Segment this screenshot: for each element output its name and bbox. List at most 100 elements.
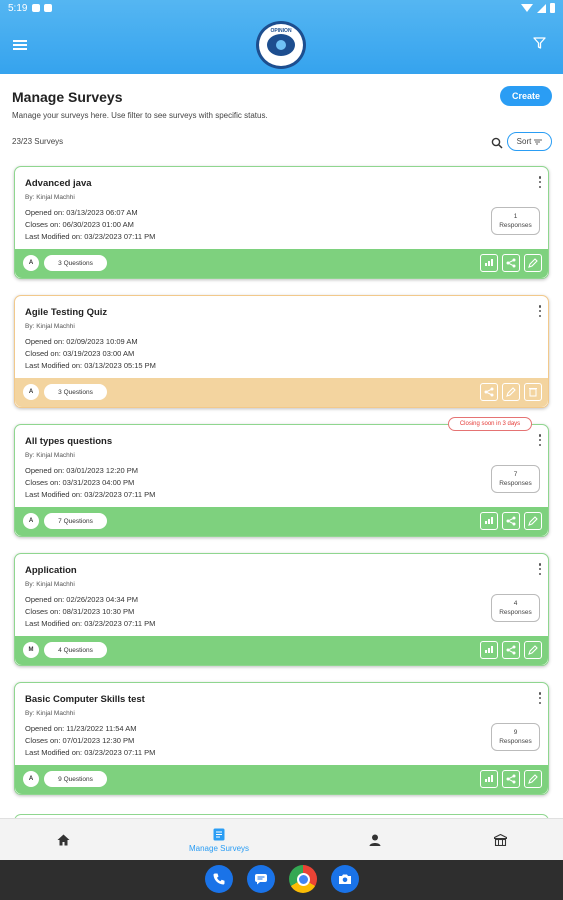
survey-closes: Closes on: 08/31/2023 10:30 PM [25, 607, 135, 616]
survey-type-icon: M [23, 642, 39, 658]
status-time: 5:19 [8, 3, 28, 14]
create-button[interactable]: Create [500, 86, 552, 106]
survey-card[interactable]: Agile Testing Quiz By: Kinjal Machhi Ope… [14, 295, 549, 408]
edit-icon[interactable] [524, 254, 542, 272]
battery-icon [550, 3, 555, 13]
questions-pill[interactable]: 7 Questions [44, 513, 107, 529]
nav-home[interactable] [50, 819, 76, 861]
survey-card[interactable]: Application By: Kinjal Machhi Opened on:… [14, 553, 549, 666]
home-icon [57, 834, 69, 846]
responses-button[interactable]: 1 Responses [491, 207, 540, 235]
more-options-icon[interactable] [537, 176, 543, 188]
edit-icon[interactable] [524, 641, 542, 659]
responses-button[interactable]: 7 Responses [491, 465, 540, 493]
questions-pill[interactable]: 3 Questions [44, 255, 107, 271]
nav-label: Manage Surveys [188, 843, 250, 853]
questions-pill[interactable]: 9 Questions [44, 771, 107, 787]
responses-count: 9 [513, 729, 518, 736]
delete-icon[interactable] [524, 383, 542, 401]
chrome-icon[interactable] [289, 865, 317, 893]
notification-icon [44, 4, 52, 12]
survey-opened: Opened on: 03/13/2023 06:07 AM [25, 208, 138, 217]
survey-opened: Opened on: 02/26/2023 04:34 PM [25, 595, 139, 604]
card-footer: A 3 Questions [15, 378, 548, 407]
report-icon[interactable] [480, 254, 498, 272]
card-footer: A 7 Questions [15, 507, 548, 536]
more-options-icon[interactable] [537, 305, 543, 317]
questions-pill[interactable]: 3 Questions [44, 384, 107, 400]
share-icon[interactable] [480, 383, 498, 401]
card-actions [480, 770, 542, 788]
filter-icon[interactable] [533, 37, 547, 49]
survey-author: By: Kinjal Machhi [25, 710, 75, 717]
card-footer: M 4 Questions [15, 636, 548, 665]
responses-label: Responses [499, 609, 532, 616]
closing-soon-badge: Closing soon in 3 days [448, 417, 532, 431]
survey-title: All types questions [25, 436, 113, 447]
nav-profile[interactable] [362, 819, 388, 861]
card-actions [480, 383, 542, 401]
search-icon[interactable] [491, 136, 503, 149]
report-icon[interactable] [480, 641, 498, 659]
share-icon[interactable] [502, 254, 520, 272]
system-icons [521, 3, 555, 13]
nav-manage-surveys[interactable]: Manage Surveys [178, 819, 260, 861]
edit-icon[interactable] [502, 383, 520, 401]
survey-closes: Closes on: 06/30/2023 01:00 AM [25, 220, 134, 229]
survey-modified: Last Modified on: 03/23/2023 07:11 PM [25, 490, 156, 499]
responses-label: Responses [499, 738, 532, 745]
sort-icon [534, 139, 543, 144]
edit-icon[interactable] [524, 770, 542, 788]
edit-icon[interactable] [524, 512, 542, 530]
survey-card[interactable]: Closing soon in 3 days All types questio… [14, 417, 549, 537]
card-actions [480, 641, 542, 659]
page-title: Manage Surveys [12, 89, 123, 105]
more-options-icon[interactable] [537, 434, 543, 446]
menu-icon[interactable] [13, 40, 27, 50]
survey-author: By: Kinjal Machhi [25, 581, 75, 588]
survey-title: Application [25, 565, 77, 576]
questions-pill[interactable]: 4 Questions [44, 642, 107, 658]
survey-modified: Last Modified on: 03/23/2023 07:11 PM [25, 232, 156, 241]
sort-button[interactable]: Sort [507, 132, 552, 151]
card-actions [480, 512, 542, 530]
survey-author: By: Kinjal Machhi [25, 452, 75, 459]
nav-organization[interactable] [487, 819, 513, 861]
survey-opened: Opened on: 11/23/2022 11:54 AM [25, 724, 137, 733]
survey-modified: Last Modified on: 03/23/2023 07:11 PM [25, 619, 156, 628]
share-icon[interactable] [502, 512, 520, 530]
responses-button[interactable]: 9 Responses [491, 723, 540, 751]
share-icon[interactable] [502, 641, 520, 659]
page-subtitle: Manage your surveys here. Use filter to … [12, 111, 268, 120]
survey-card[interactable]: Advanced java By: Kinjal Machhi Opened o… [14, 166, 549, 279]
person-icon [369, 834, 381, 846]
responses-button[interactable]: 4 Responses [491, 594, 540, 622]
more-options-icon[interactable] [537, 563, 543, 575]
survey-modified: Last Modified on: 03/23/2023 07:11 PM [25, 748, 156, 757]
survey-author: By: Kinjal Machhi [25, 194, 75, 201]
messages-icon[interactable] [247, 865, 275, 893]
survey-closes: Closed on: 03/19/2023 03:00 AM [25, 349, 135, 358]
report-icon[interactable] [480, 770, 498, 788]
share-icon[interactable] [502, 770, 520, 788]
card-footer: A 3 Questions [15, 249, 548, 278]
survey-opened: Opened on: 02/09/2023 10:09 AM [25, 337, 138, 346]
status-bar: 5:19 [0, 0, 563, 18]
camera-icon[interactable] [331, 865, 359, 893]
more-options-icon[interactable] [537, 692, 543, 704]
responses-count: 7 [513, 471, 518, 478]
responses-count: 1 [513, 213, 518, 220]
survey-card[interactable]: Basic Computer Skills test By: Kinjal Ma… [14, 682, 549, 795]
eye-icon [267, 34, 295, 56]
responses-count: 4 [513, 600, 518, 607]
report-icon[interactable] [480, 512, 498, 530]
survey-author: By: Kinjal Machhi [25, 323, 75, 330]
survey-list-icon [213, 828, 225, 840]
survey-title: Agile Testing Quiz [25, 307, 108, 318]
building-icon [493, 834, 507, 846]
signal-icon [537, 3, 546, 13]
survey-closes: Closes on: 03/31/2023 04:00 PM [25, 478, 135, 487]
phone-icon[interactable] [205, 865, 233, 893]
card-actions [480, 254, 542, 272]
app-header: 5:19 OPINION [0, 0, 563, 74]
